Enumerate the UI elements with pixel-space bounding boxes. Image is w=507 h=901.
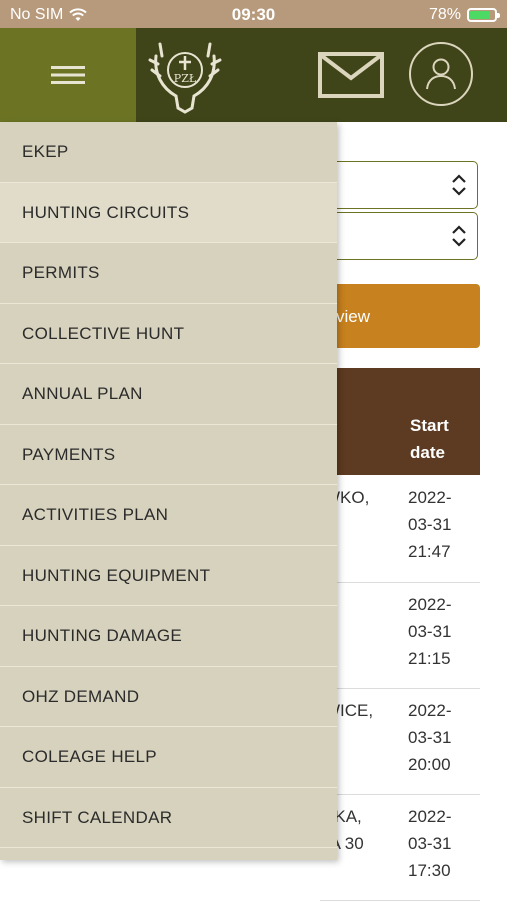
logo-text: PZŁ [174, 72, 197, 85]
menu-item-ohz-demand[interactable]: OHZ DEMAND [0, 667, 337, 727]
row-date: 2022-03-31 21:15 [408, 595, 452, 668]
user-icon [426, 58, 456, 90]
menu-item-hunting-circuits[interactable]: HUNTING CIRCUITS [0, 182, 337, 243]
filter-select-1[interactable] [320, 161, 478, 209]
hamburger-menu-button[interactable] [0, 28, 136, 122]
menu-item-activities-plan[interactable]: ACTIVITIES PLAN [0, 485, 337, 546]
table-row[interactable]: 2022-03-31 21:15 [320, 583, 480, 689]
status-bar: No SIM 09:30 78% [0, 0, 507, 28]
view-button-label: view [336, 307, 371, 326]
select-arrows-icon [452, 225, 466, 247]
filter-select-2[interactable] [320, 212, 478, 260]
row-date: 2022-03-31 21:47 [408, 488, 452, 561]
profile-button[interactable] [409, 42, 473, 106]
table-row[interactable]: WKO, 2022-03-31 21:47 [320, 476, 480, 583]
messages-button[interactable] [318, 52, 384, 103]
navigation-drawer: EKEP HUNTING CIRCUITS PERMITS COLLECTIVE… [0, 122, 337, 860]
menu-item-payments[interactable]: PAYMENTS [0, 425, 337, 485]
view-button[interactable]: view [320, 284, 480, 348]
row-date: 2022-03-31 17:30 [408, 807, 452, 880]
menu-item-collective-hunt[interactable]: COLLECTIVE HUNT [0, 304, 337, 364]
battery-icon [467, 8, 500, 22]
start-date-header: Start date [410, 416, 449, 462]
app-header: PZŁ [0, 28, 507, 122]
menu-item-ekep[interactable]: EKEP [0, 122, 337, 183]
menu-item-shift-calendar[interactable]: SHIFT CALENDAR [0, 788, 337, 848]
battery-percent: 78% [428, 6, 461, 23]
antlers-logo-icon: PZŁ [148, 42, 222, 114]
menu-item-annual-plan[interactable]: ANNUAL PLAN [0, 364, 337, 425]
mail-icon [318, 52, 384, 98]
table-row[interactable]: WICE, 2022-03-31 20:00 [320, 689, 480, 795]
select-arrows-icon [452, 174, 466, 196]
table-row[interactable]: TKA, -A 30 2022-03-31 17:30 [320, 795, 480, 901]
menu-item-hunting-equipment[interactable]: HUNTING EQUIPMENT [0, 546, 337, 606]
menu-item-coleage-help[interactable]: COLEAGE HELP [0, 727, 337, 788]
menu-item-hunting-damage[interactable]: HUNTING DAMAGE [0, 606, 337, 667]
hamburger-icon [51, 66, 85, 84]
menu-item-permits[interactable]: PERMITS [0, 243, 337, 304]
row-date: 2022-03-31 20:00 [408, 701, 452, 774]
table-header: Start date [320, 368, 480, 475]
